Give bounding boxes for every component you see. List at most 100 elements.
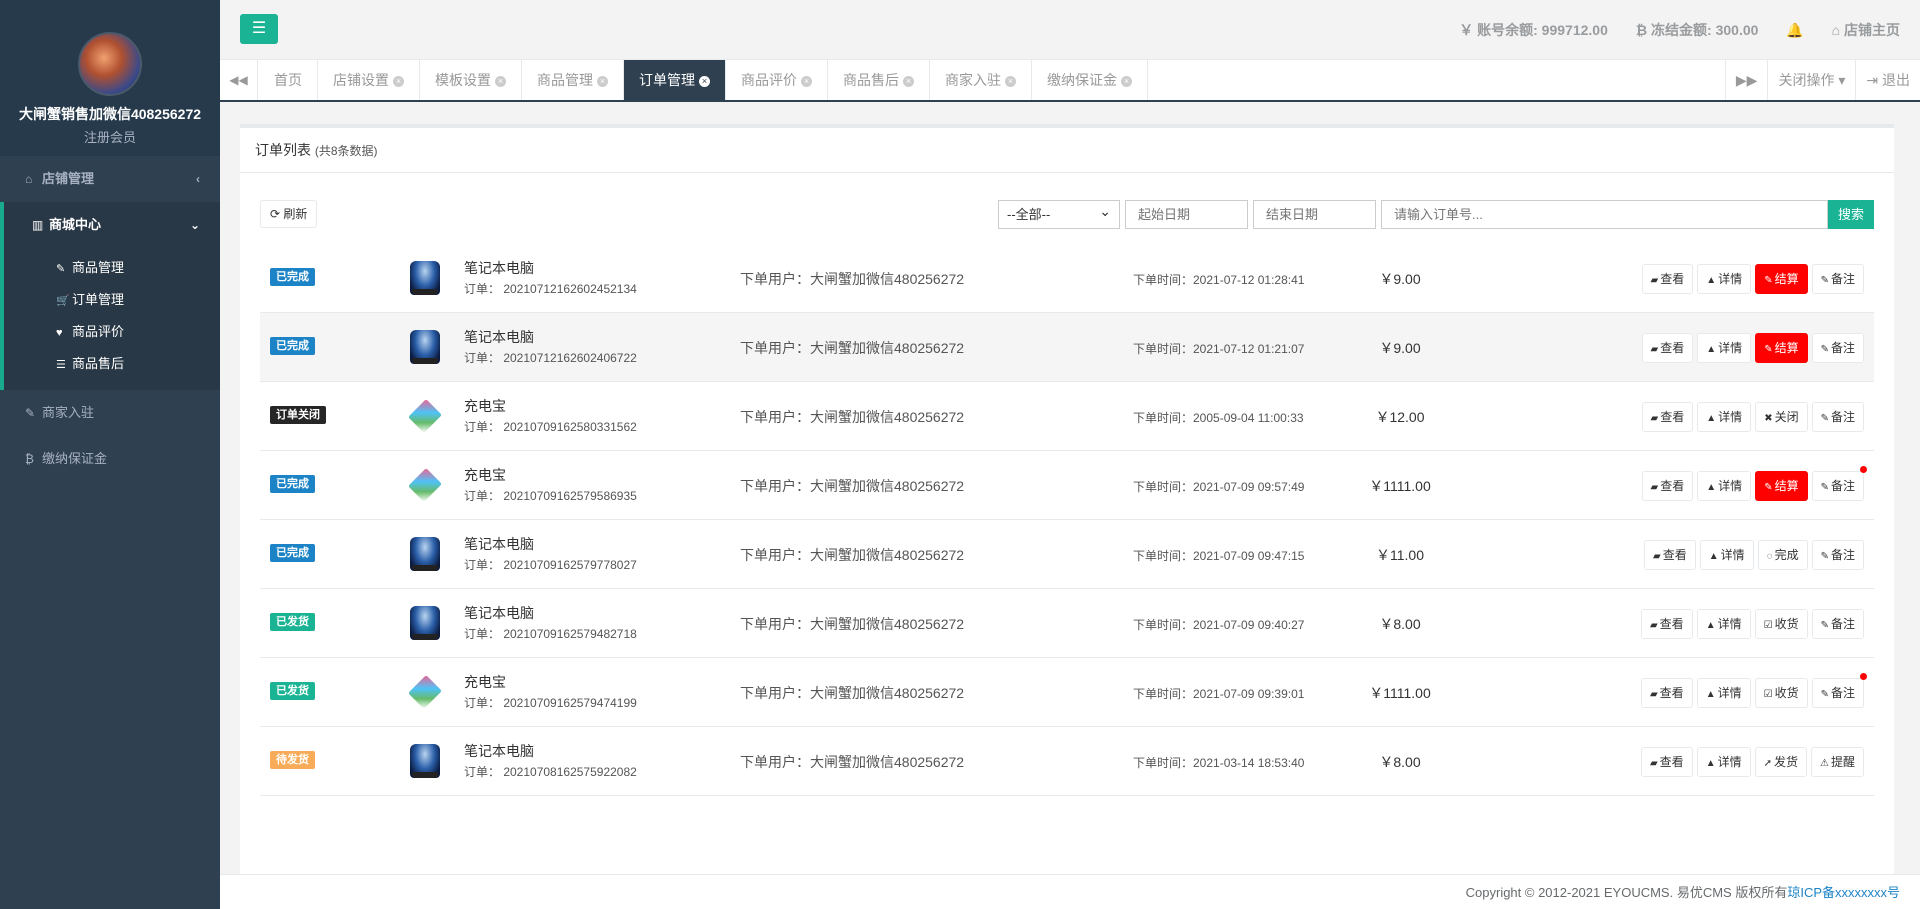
view-button[interactable]: ▰ 查看 xyxy=(1643,540,1696,570)
details-button[interactable]: ▲ 详情 xyxy=(1697,333,1752,363)
remark-button[interactable]: ✎ 备注 xyxy=(1811,609,1864,639)
product-name[interactable]: 笔记本电脑 xyxy=(464,258,534,278)
product-name[interactable]: 笔记本电脑 xyxy=(464,534,534,554)
product-name[interactable]: 充电宝 xyxy=(464,396,506,416)
sidebar-item-mall-center[interactable]: ▥ 商城中心 ⌄ xyxy=(0,202,220,248)
close-ops-dropdown[interactable]: 关闭操作 ▾ xyxy=(1767,60,1855,100)
product-thumbnail[interactable] xyxy=(408,675,442,709)
settle-button[interactable]: ✎ 结算 xyxy=(1755,264,1808,294)
product-thumbnail[interactable] xyxy=(408,468,442,502)
order-search-input[interactable] xyxy=(1381,200,1828,229)
close-icon[interactable]: × xyxy=(1005,75,1016,87)
product-thumbnail[interactable] xyxy=(410,744,440,778)
remark-button[interactable]: ✎ 备注 xyxy=(1811,333,1864,363)
product-name[interactable]: 笔记本电脑 xyxy=(464,741,534,761)
tab-template-settings[interactable]: 模板设置 × xyxy=(420,60,522,100)
status-select[interactable]: --全部-- xyxy=(998,198,1120,229)
search-button[interactable]: 搜索 xyxy=(1828,200,1874,229)
sidebar-subitem-after-sale[interactable]: ☰ 商品售后 xyxy=(4,348,220,380)
tabs-scroll-right-button[interactable]: ▶▶ xyxy=(1724,60,1768,100)
sidebar-subitem-label: 商品管理 xyxy=(72,260,125,275)
sidebar-submenu: ✎ 商品管理 🛒 订单管理 ♥ 商品评价 ☰ 商品售后 xyxy=(0,248,220,390)
tabs-scroll-left-button[interactable]: ◀◀ xyxy=(220,60,258,100)
product-thumbnail[interactable] xyxy=(410,606,440,640)
view-button[interactable]: ▰ 查看 xyxy=(1641,264,1694,294)
tab-merchant-join[interactable]: 商家入驻 × xyxy=(930,60,1032,100)
notification-dot xyxy=(1860,673,1867,680)
view-button[interactable]: ▰ 查看 xyxy=(1641,471,1694,501)
details-button[interactable]: ▲ 详情 xyxy=(1696,609,1751,639)
tab-product-review[interactable]: 商品评价 × xyxy=(726,60,828,100)
view-button[interactable]: ▰ 查看 xyxy=(1640,678,1693,708)
sidebar-subitem-order-manage[interactable]: 🛒 订单管理 xyxy=(4,284,220,316)
details-button[interactable]: ▲ 详情 xyxy=(1697,471,1752,501)
edit-icon: ✎ xyxy=(1764,344,1773,355)
remark-button[interactable]: ✎ 备注 xyxy=(1811,673,1867,708)
settle-button[interactable]: ✎ 结算 xyxy=(1755,471,1808,501)
order-number: 订单： 20210709162579586935 xyxy=(464,489,637,503)
close-icon[interactable]: × xyxy=(903,75,914,87)
start-date-input[interactable] xyxy=(1125,200,1248,229)
tab-home[interactable]: 首页 xyxy=(259,60,318,100)
tab-deposit[interactable]: 缴纳保证金 × xyxy=(1032,60,1148,100)
tab-product-manage[interactable]: 商品管理 × xyxy=(522,60,624,100)
edit-icon: ✎ xyxy=(1764,482,1773,493)
close-order-button[interactable]: ✖ 关闭 xyxy=(1755,402,1808,432)
view-button[interactable]: ▰ 查看 xyxy=(1641,402,1694,432)
product-name[interactable]: 充电宝 xyxy=(464,672,506,692)
close-icon[interactable]: × xyxy=(597,75,608,87)
receive-button[interactable]: ☑ 收货 xyxy=(1754,609,1808,639)
order-number: 订单： 20210709162580331562 xyxy=(464,420,637,434)
view-button[interactable]: ▰ 查看 xyxy=(1640,609,1693,639)
view-button[interactable]: ▰ 查看 xyxy=(1640,747,1693,777)
product-thumbnail[interactable] xyxy=(410,537,440,571)
bell-icon[interactable]: 🔔 xyxy=(1786,22,1803,38)
sidebar-item-shop-manage[interactable]: ⌂ 店铺管理 ‹ xyxy=(0,156,220,202)
sidebar-subitem-product-review[interactable]: ♥ 商品评价 xyxy=(4,316,220,348)
ship-button[interactable]: ➚ 发货 xyxy=(1754,747,1808,777)
details-button[interactable]: ▲ 详情 xyxy=(1697,264,1752,294)
remark-button[interactable]: ✎ 备注 xyxy=(1811,264,1864,294)
product-thumbnail[interactable] xyxy=(410,330,440,364)
tab-order-manage[interactable]: 订单管理 × xyxy=(624,60,726,100)
end-date-input[interactable] xyxy=(1253,200,1376,229)
page-tabs: 首页 店铺设置 × 模板设置 × 商品管理 × 订单管理 × 商品评价 × 商品售后 × 商… xyxy=(259,60,1148,100)
menu-toggle-button[interactable]: ☰ xyxy=(240,14,278,44)
sidebar-item-deposit[interactable]: ₿ 缴纳保证金 xyxy=(0,436,220,482)
close-icon[interactable]: × xyxy=(801,75,812,87)
refresh-button[interactable]: ⟳ 刷新 xyxy=(260,200,318,228)
tab-label: 商品管理 xyxy=(537,72,593,88)
remind-button[interactable]: ⚠ 提醒 xyxy=(1811,747,1864,777)
close-icon[interactable]: × xyxy=(699,75,710,87)
sidebar-subitem-product-manage[interactable]: ✎ 商品管理 xyxy=(4,252,220,284)
close-icon[interactable]: × xyxy=(1121,75,1132,87)
view-button[interactable]: ▰ 查看 xyxy=(1641,333,1694,363)
avatar[interactable] xyxy=(78,32,142,96)
close-icon[interactable]: × xyxy=(495,75,506,87)
tab-shop-settings[interactable]: 店铺设置 × xyxy=(318,60,420,100)
table-row: 待发货 笔记本电脑 订单： 20210708162575922082 下单用户：… xyxy=(260,727,1874,796)
product-name[interactable]: 笔记本电脑 xyxy=(464,603,534,623)
product-thumbnail[interactable] xyxy=(408,399,442,433)
close-icon[interactable]: × xyxy=(393,75,404,87)
details-button[interactable]: ▲ 详情 xyxy=(1696,678,1751,708)
product-name[interactable]: 笔记本电脑 xyxy=(464,327,534,347)
settle-button[interactable]: ✎ 结算 xyxy=(1755,333,1808,363)
shop-home-link[interactable]: ⌂ 店铺主页 xyxy=(1832,22,1900,38)
user-name[interactable]: 大闸蟹销售加微信408256272 xyxy=(0,104,220,124)
receive-button[interactable]: ☑ 收货 xyxy=(1754,678,1808,708)
details-button[interactable]: ▲ 详情 xyxy=(1697,402,1752,432)
tab-after-sale[interactable]: 商品售后 × xyxy=(828,60,930,100)
details-button[interactable]: ▲ 详情 xyxy=(1696,747,1751,777)
logout-button[interactable]: ⇥ 退出 xyxy=(1855,60,1920,100)
remark-button[interactable]: ✎ 备注 xyxy=(1811,402,1864,432)
remark-button[interactable]: ✎ 备注 xyxy=(1811,540,1864,570)
product-thumbnail[interactable] xyxy=(410,261,440,295)
remark-button[interactable]: ✎ 备注 xyxy=(1811,466,1867,501)
sidebar-item-merchant-join[interactable]: ✎ 商家入驻 xyxy=(0,390,220,436)
complete-button[interactable]: ◌ 完成 xyxy=(1757,540,1808,570)
remark-label: 备注 xyxy=(1830,548,1855,562)
product-name[interactable]: 充电宝 xyxy=(464,465,506,485)
details-button[interactable]: ▲ 详情 xyxy=(1699,540,1754,570)
icp-link[interactable]: 琼ICP备xxxxxxxx号 xyxy=(1787,885,1900,900)
